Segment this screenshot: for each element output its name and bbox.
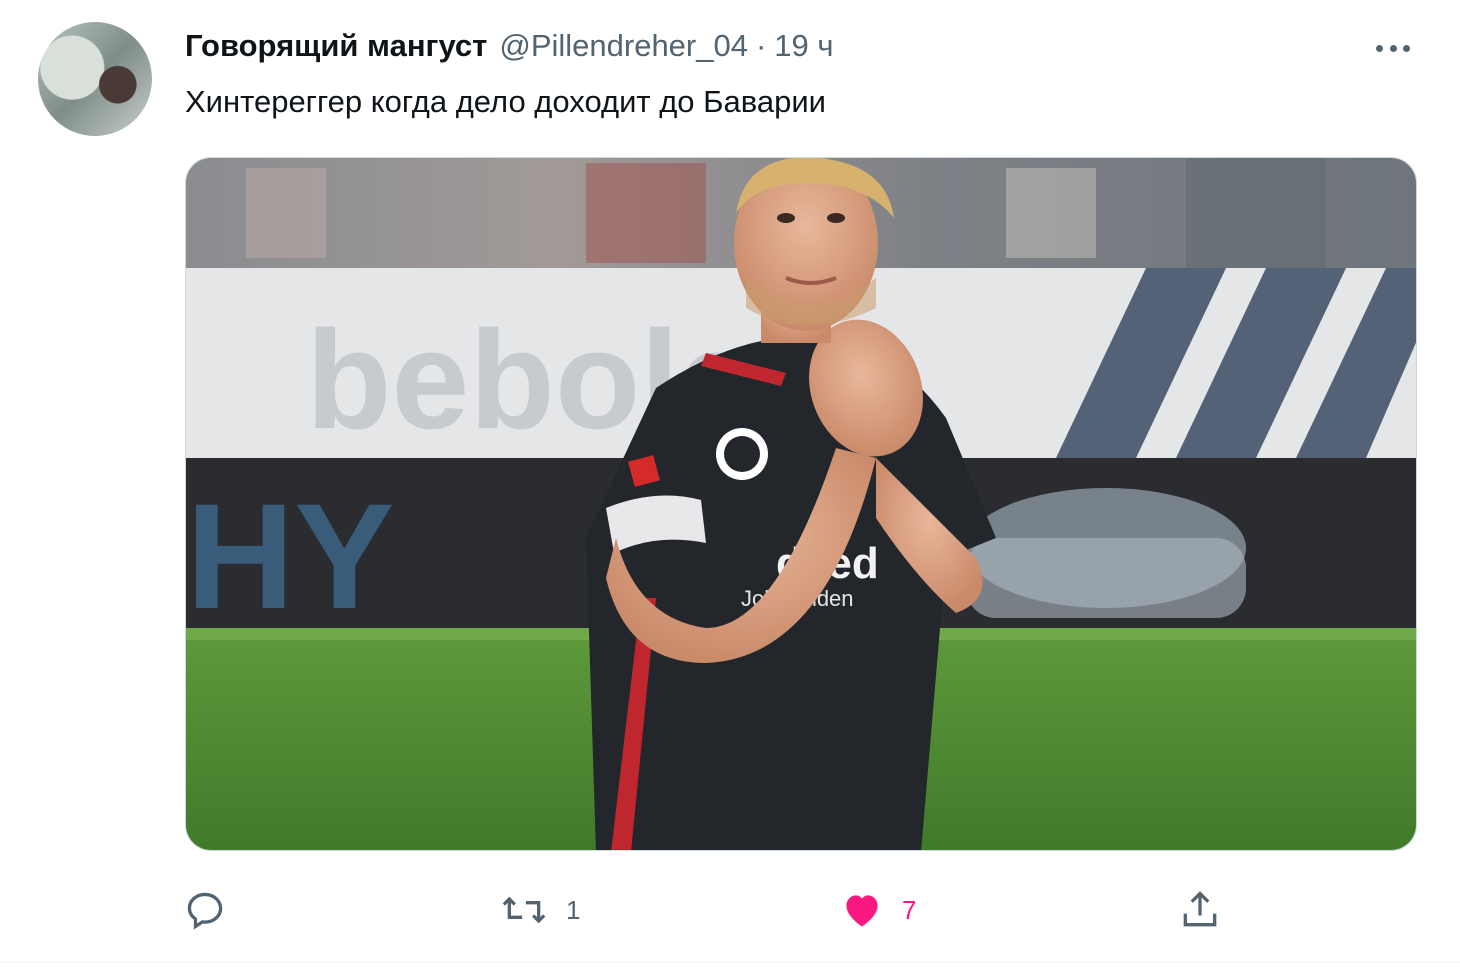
more-dot — [1403, 44, 1410, 52]
tweet-photo[interactable]: bebola HY deed Jobs finden — [185, 157, 1417, 851]
tweet[interactable]: Говорящий мангуст @Pillendreher_04 · 19 … — [0, 0, 1460, 971]
more-dot — [1389, 44, 1397, 52]
tweet-header: Говорящий мангуст @Pillendreher_04 · 19 … — [185, 28, 834, 68]
like-count: 7 — [902, 894, 917, 925]
photo-image: bebola HY deed Jobs finden — [186, 158, 1416, 850]
retweet-icon[interactable] — [500, 888, 548, 932]
avatar[interactable] — [38, 22, 152, 136]
more-dot — [1376, 44, 1383, 52]
like-action[interactable]: 7 — [840, 880, 916, 940]
share-icon[interactable] — [1178, 888, 1222, 932]
more-icon[interactable] — [1372, 30, 1414, 66]
separator: · — [755, 28, 767, 63]
share-action[interactable] — [1178, 880, 1240, 940]
divider — [0, 962, 1460, 963]
author-name[interactable]: Говорящий мангуст — [185, 28, 487, 64]
tweet-actions: 1 7 — [0, 880, 1460, 940]
tweet-text: Хинтереггер когда дело доходит до Бавари… — [185, 84, 826, 119]
tweet-time[interactable]: 19 ч — [774, 28, 833, 64]
reply-action[interactable] — [183, 880, 245, 940]
reply-icon[interactable] — [183, 888, 227, 932]
svg-text:HY: HY — [186, 472, 394, 640]
retweet-action[interactable]: 1 — [500, 880, 580, 940]
retweet-count: 1 — [566, 894, 581, 925]
author-handle[interactable]: @Pillendreher_04 — [499, 28, 748, 64]
heart-icon[interactable] — [840, 888, 884, 932]
